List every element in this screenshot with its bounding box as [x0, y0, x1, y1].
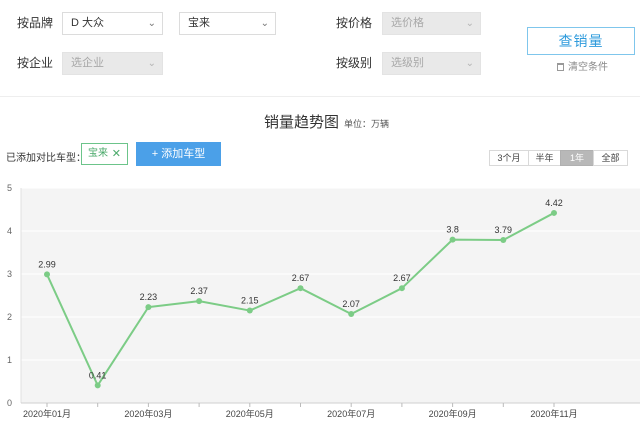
time-range-tabs: 3个月 半年 1年 全部	[489, 150, 628, 166]
y-tick-label: 4	[7, 226, 12, 236]
compare-car-tag-label: 宝来	[88, 148, 108, 159]
chart-title: 销量趋势图	[264, 114, 340, 131]
company-select[interactable]: 选企业 ⌄	[62, 52, 163, 75]
chevron-down-icon: ⌄	[465, 18, 474, 29]
y-tick-label: 5	[7, 183, 12, 193]
x-tick-label: 2020年03月	[124, 408, 172, 419]
data-point	[297, 285, 304, 292]
data-point	[449, 236, 456, 243]
chevron-down-icon: ⌄	[147, 18, 156, 29]
clear-conditions-button[interactable]: 清空条件	[557, 62, 608, 74]
range-tab-half-year[interactable]: 半年	[528, 150, 561, 166]
x-tick-label: 2020年05月	[226, 408, 274, 419]
data-label: 3.8	[446, 225, 459, 235]
data-point	[145, 304, 152, 311]
data-point	[398, 285, 405, 292]
data-label: 2.15	[241, 296, 259, 306]
data-point	[94, 382, 101, 389]
data-point	[246, 307, 253, 314]
data-label: 4.42	[545, 198, 563, 208]
level-select[interactable]: 选级别 ⌄	[382, 52, 481, 75]
company-select-placeholder: 选企业	[71, 57, 104, 69]
chevron-down-icon: ⌄	[260, 18, 269, 29]
clear-conditions-label: 清空条件	[568, 62, 608, 73]
series-select-value: 宝来	[188, 17, 210, 29]
series-select[interactable]: 宝来 ⌄	[179, 12, 276, 35]
trash-icon	[557, 63, 564, 71]
section-divider	[0, 96, 640, 97]
range-tab-1-year[interactable]: 1年	[560, 150, 594, 166]
added-compare-label: 已添加对比车型：	[6, 153, 86, 164]
level-filter-label: 按级别	[336, 56, 373, 70]
y-tick-label: 0	[7, 398, 12, 408]
sales-trend-chart: 0 1 2 3 4 5 2020年01月 2020年03月 2020年05月 2020年07月 20…	[0, 176, 640, 427]
x-tick-label: 2020年09月	[429, 408, 477, 419]
add-car-model-button[interactable]: + 添加车型	[136, 142, 221, 166]
company-filter-label: 按企业	[17, 56, 54, 70]
data-label: 2.07	[342, 299, 360, 309]
data-label: 2.99	[38, 259, 56, 269]
chevron-down-icon: ⌄	[147, 58, 156, 69]
chevron-down-icon: ⌄	[465, 58, 474, 69]
data-point	[500, 237, 507, 244]
y-tick-label: 2	[7, 312, 12, 322]
price-select[interactable]: 选价格 ⌄	[382, 12, 481, 35]
data-point	[196, 298, 203, 305]
level-select-placeholder: 选级别	[391, 57, 424, 69]
filter-panel: 按品牌 D 大众 ⌄ 宝来 ⌄ 按企业 选企业 ⌄ 按价格 选价格 ⌄ 按级别 …	[0, 0, 640, 96]
compare-car-tag[interactable]: 宝来 ✕	[81, 143, 128, 165]
price-filter-label: 按价格	[336, 16, 373, 30]
data-point	[44, 271, 50, 278]
x-tick-label: 2020年01月	[23, 408, 71, 419]
data-point	[348, 310, 355, 317]
data-label: 2.23	[140, 292, 158, 302]
close-icon[interactable]: ✕	[112, 144, 121, 164]
data-label: 2.67	[393, 273, 411, 283]
brand-select-value: D 大众	[71, 17, 104, 29]
chart-unit: 单位：万辆	[344, 119, 390, 129]
brand-select[interactable]: D 大众 ⌄	[62, 12, 163, 35]
data-label: 3.79	[495, 225, 513, 235]
x-tick-label: 2020年07月	[327, 408, 375, 419]
y-tick-label: 3	[7, 269, 12, 279]
plot-area	[21, 188, 640, 403]
range-tab-3-months[interactable]: 3个月	[489, 150, 529, 166]
x-tick-label: 2020年11月	[530, 408, 577, 419]
data-point	[551, 209, 557, 216]
data-label: 2.37	[190, 286, 208, 296]
sales-line-chart: 0 1 2 3 4 5 2020年01月 2020年03月 2020年05月 2020年07月 20…	[7, 183, 640, 419]
query-sales-button[interactable]: 查销量	[527, 27, 635, 55]
data-label: 0.41	[89, 370, 107, 380]
price-select-placeholder: 选价格	[391, 17, 424, 29]
range-tab-all[interactable]: 全部	[593, 150, 628, 166]
data-label: 2.67	[292, 273, 310, 283]
y-tick-label: 1	[7, 355, 12, 365]
brand-filter-label: 按品牌	[17, 16, 54, 30]
